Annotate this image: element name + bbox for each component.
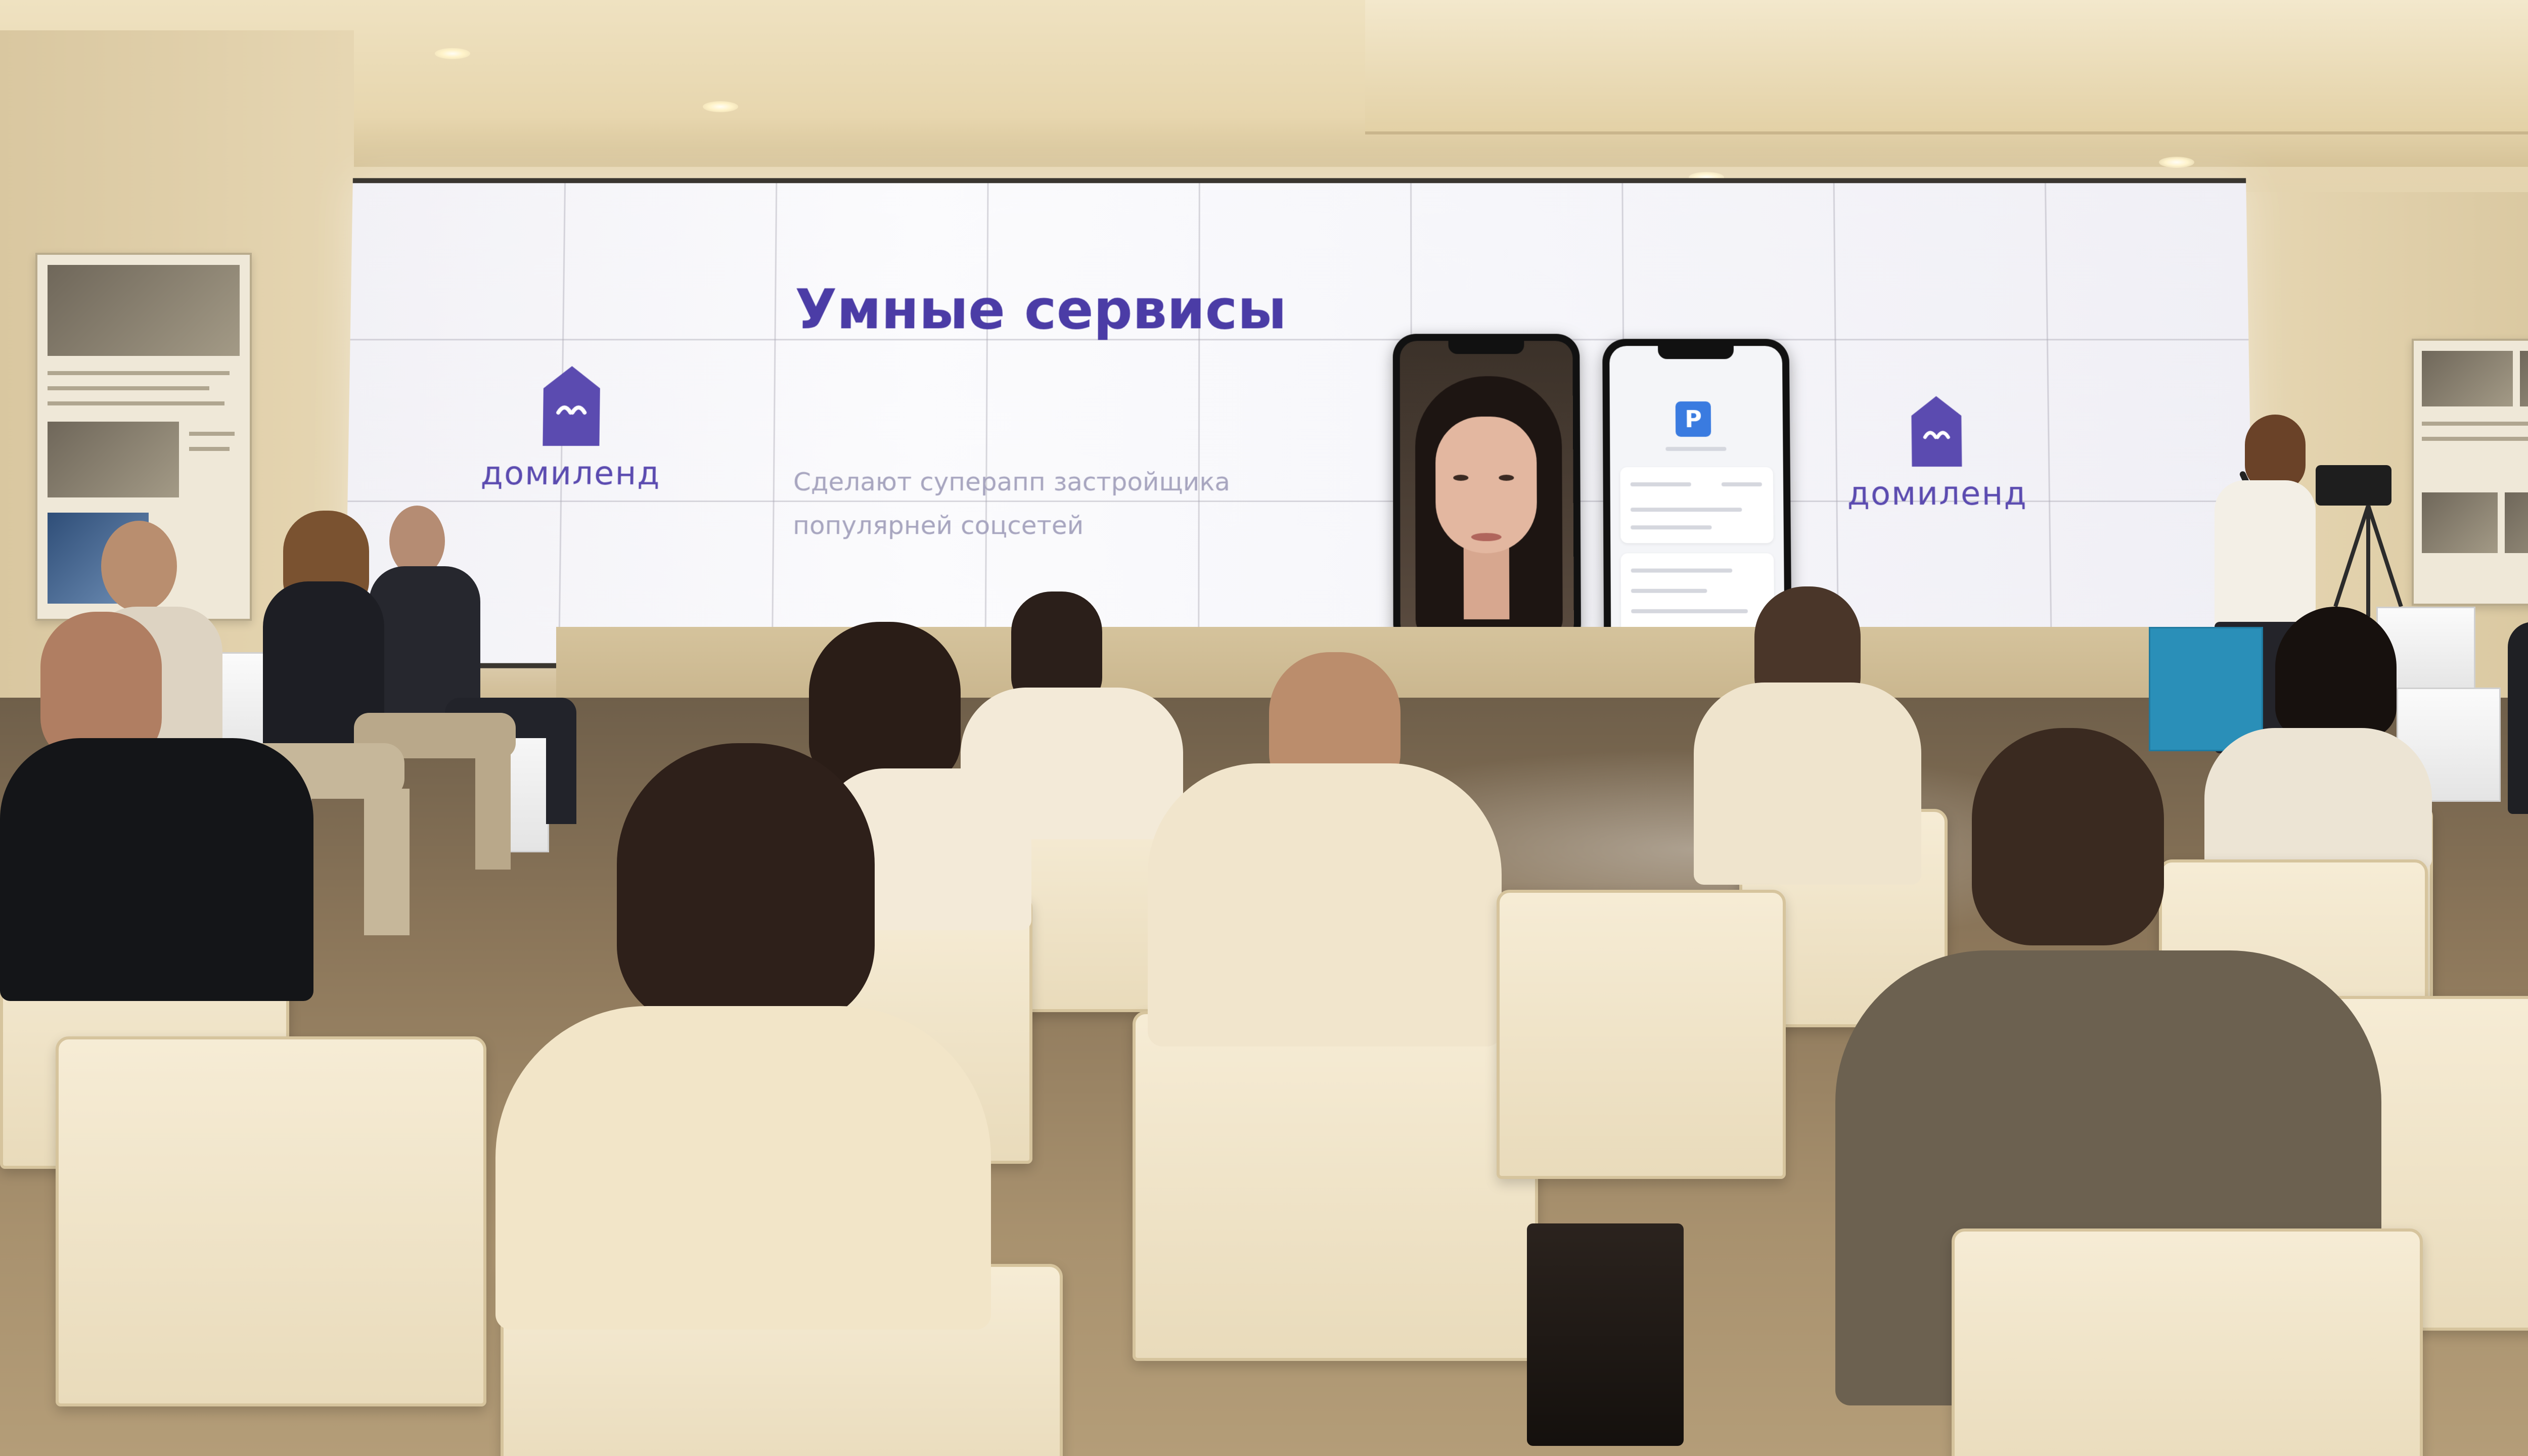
shoulder-bag (1527, 1223, 1684, 1446)
house-logo-icon (540, 364, 602, 450)
phone-mockup-app: P (1602, 339, 1792, 653)
brand-logo-text: домиленд (1847, 475, 2028, 513)
parking-badge: P (1675, 401, 1711, 437)
ceiling-light (703, 101, 738, 112)
audience-chair (56, 1036, 486, 1406)
house-logo-icon (1906, 394, 1967, 470)
audience-chair (1497, 890, 1786, 1179)
ceiling-light (2159, 157, 2194, 168)
audience-chair (1952, 1228, 2423, 1456)
info-stand (2149, 627, 2263, 751)
ceiling-light (435, 48, 470, 59)
audience-chair (1133, 1011, 1538, 1361)
wall-poster-right (2412, 339, 2528, 606)
brand-logo-left: домиленд (464, 364, 678, 492)
slide-subtitle: Сделают суперапп застройщика популярней … (792, 467, 1231, 540)
brand-logo-right: домиленд (1830, 394, 2044, 513)
ceiling-panel (1365, 0, 2528, 134)
tripod (2366, 506, 2370, 617)
event-photo: домиленд Умные сервисы Сделают суперапп … (0, 0, 2528, 1456)
video-wall-screen: домиленд Умные сервисы Сделают суперапп … (345, 178, 2254, 668)
slide-title: Умные сервисы (794, 278, 1287, 342)
brand-logo-text: домиленд (480, 454, 661, 493)
phone-mockup-face (1392, 334, 1582, 648)
video-camera-icon (2316, 465, 2391, 506)
